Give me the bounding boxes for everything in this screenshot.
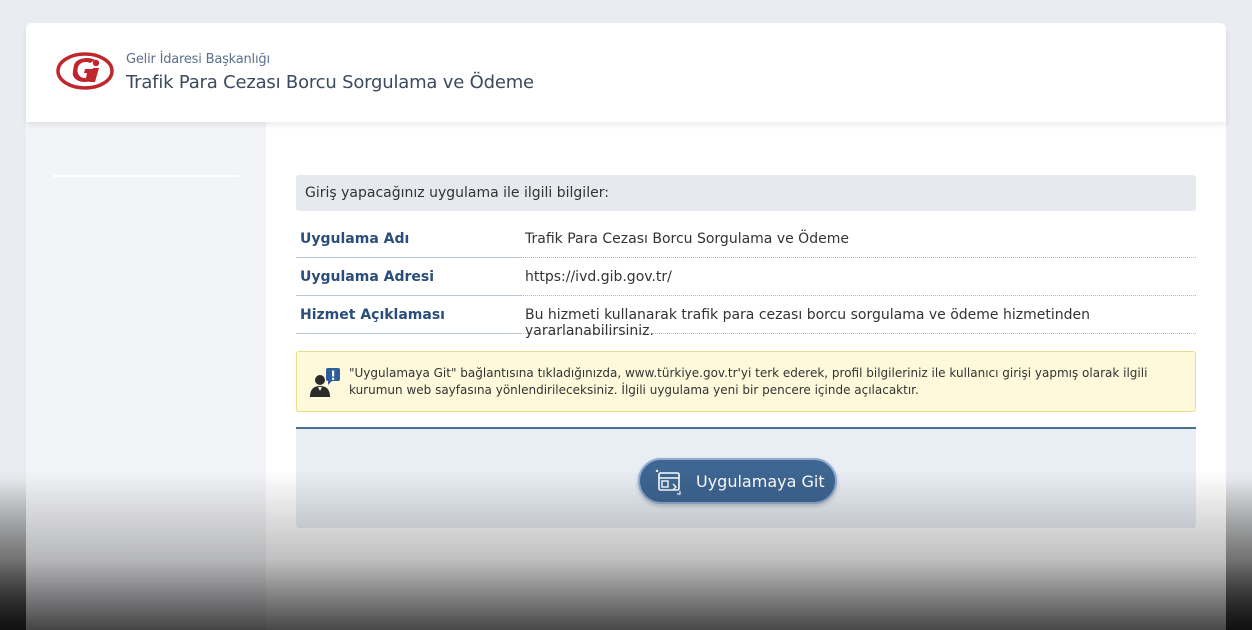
detail-row-service-description: Hizmet Açıklaması Bu hizmeti kullanarak … [296, 297, 1196, 339]
detail-label: Uygulama Adresi [296, 259, 521, 296]
gib-logo[interactable] [56, 51, 114, 91]
external-window-icon [655, 469, 683, 495]
info-section-header: Giriş yapacağınız uygulama ile ilgili bi… [296, 175, 1196, 211]
detail-label: Hizmet Açıklaması [296, 297, 521, 334]
page-title: Trafik Para Cezası Borcu Sorgulama ve Öd… [126, 72, 534, 93]
sidebar-divider [53, 175, 239, 177]
main-content: Giriş yapacağınız uygulama ile ilgili bi… [266, 122, 1226, 630]
go-to-application-button[interactable]: Uygulamaya Git [638, 458, 837, 504]
org-name: Gelir İdaresi Başkanlığı [126, 52, 270, 67]
go-button-label: Uygulamaya Git [696, 472, 825, 491]
sidebar [26, 122, 266, 630]
page-header: Gelir İdaresi Başkanlığı Trafik Para Cez… [26, 23, 1226, 122]
detail-value: Bu hizmeti kullanarak trafik para cezası… [521, 297, 1196, 339]
detail-row-app-address: Uygulama Adresi https://ivd.gib.gov.tr/ [296, 259, 1196, 297]
redirect-notice: "Uygulamaya Git" bağlantısına tıkladığın… [296, 351, 1196, 412]
notice-text: "Uygulamaya Git" bağlantısına tıkladığın… [349, 366, 1148, 397]
user-alert-icon [309, 367, 343, 399]
action-panel: Uygulamaya Git [296, 427, 1196, 528]
detail-value: Trafik Para Cezası Borcu Sorgulama ve Öd… [521, 221, 1196, 258]
detail-row-app-name: Uygulama Adı Trafik Para Cezası Borcu So… [296, 221, 1196, 259]
detail-label: Uygulama Adı [296, 221, 521, 258]
detail-value: https://ivd.gib.gov.tr/ [521, 259, 1196, 296]
